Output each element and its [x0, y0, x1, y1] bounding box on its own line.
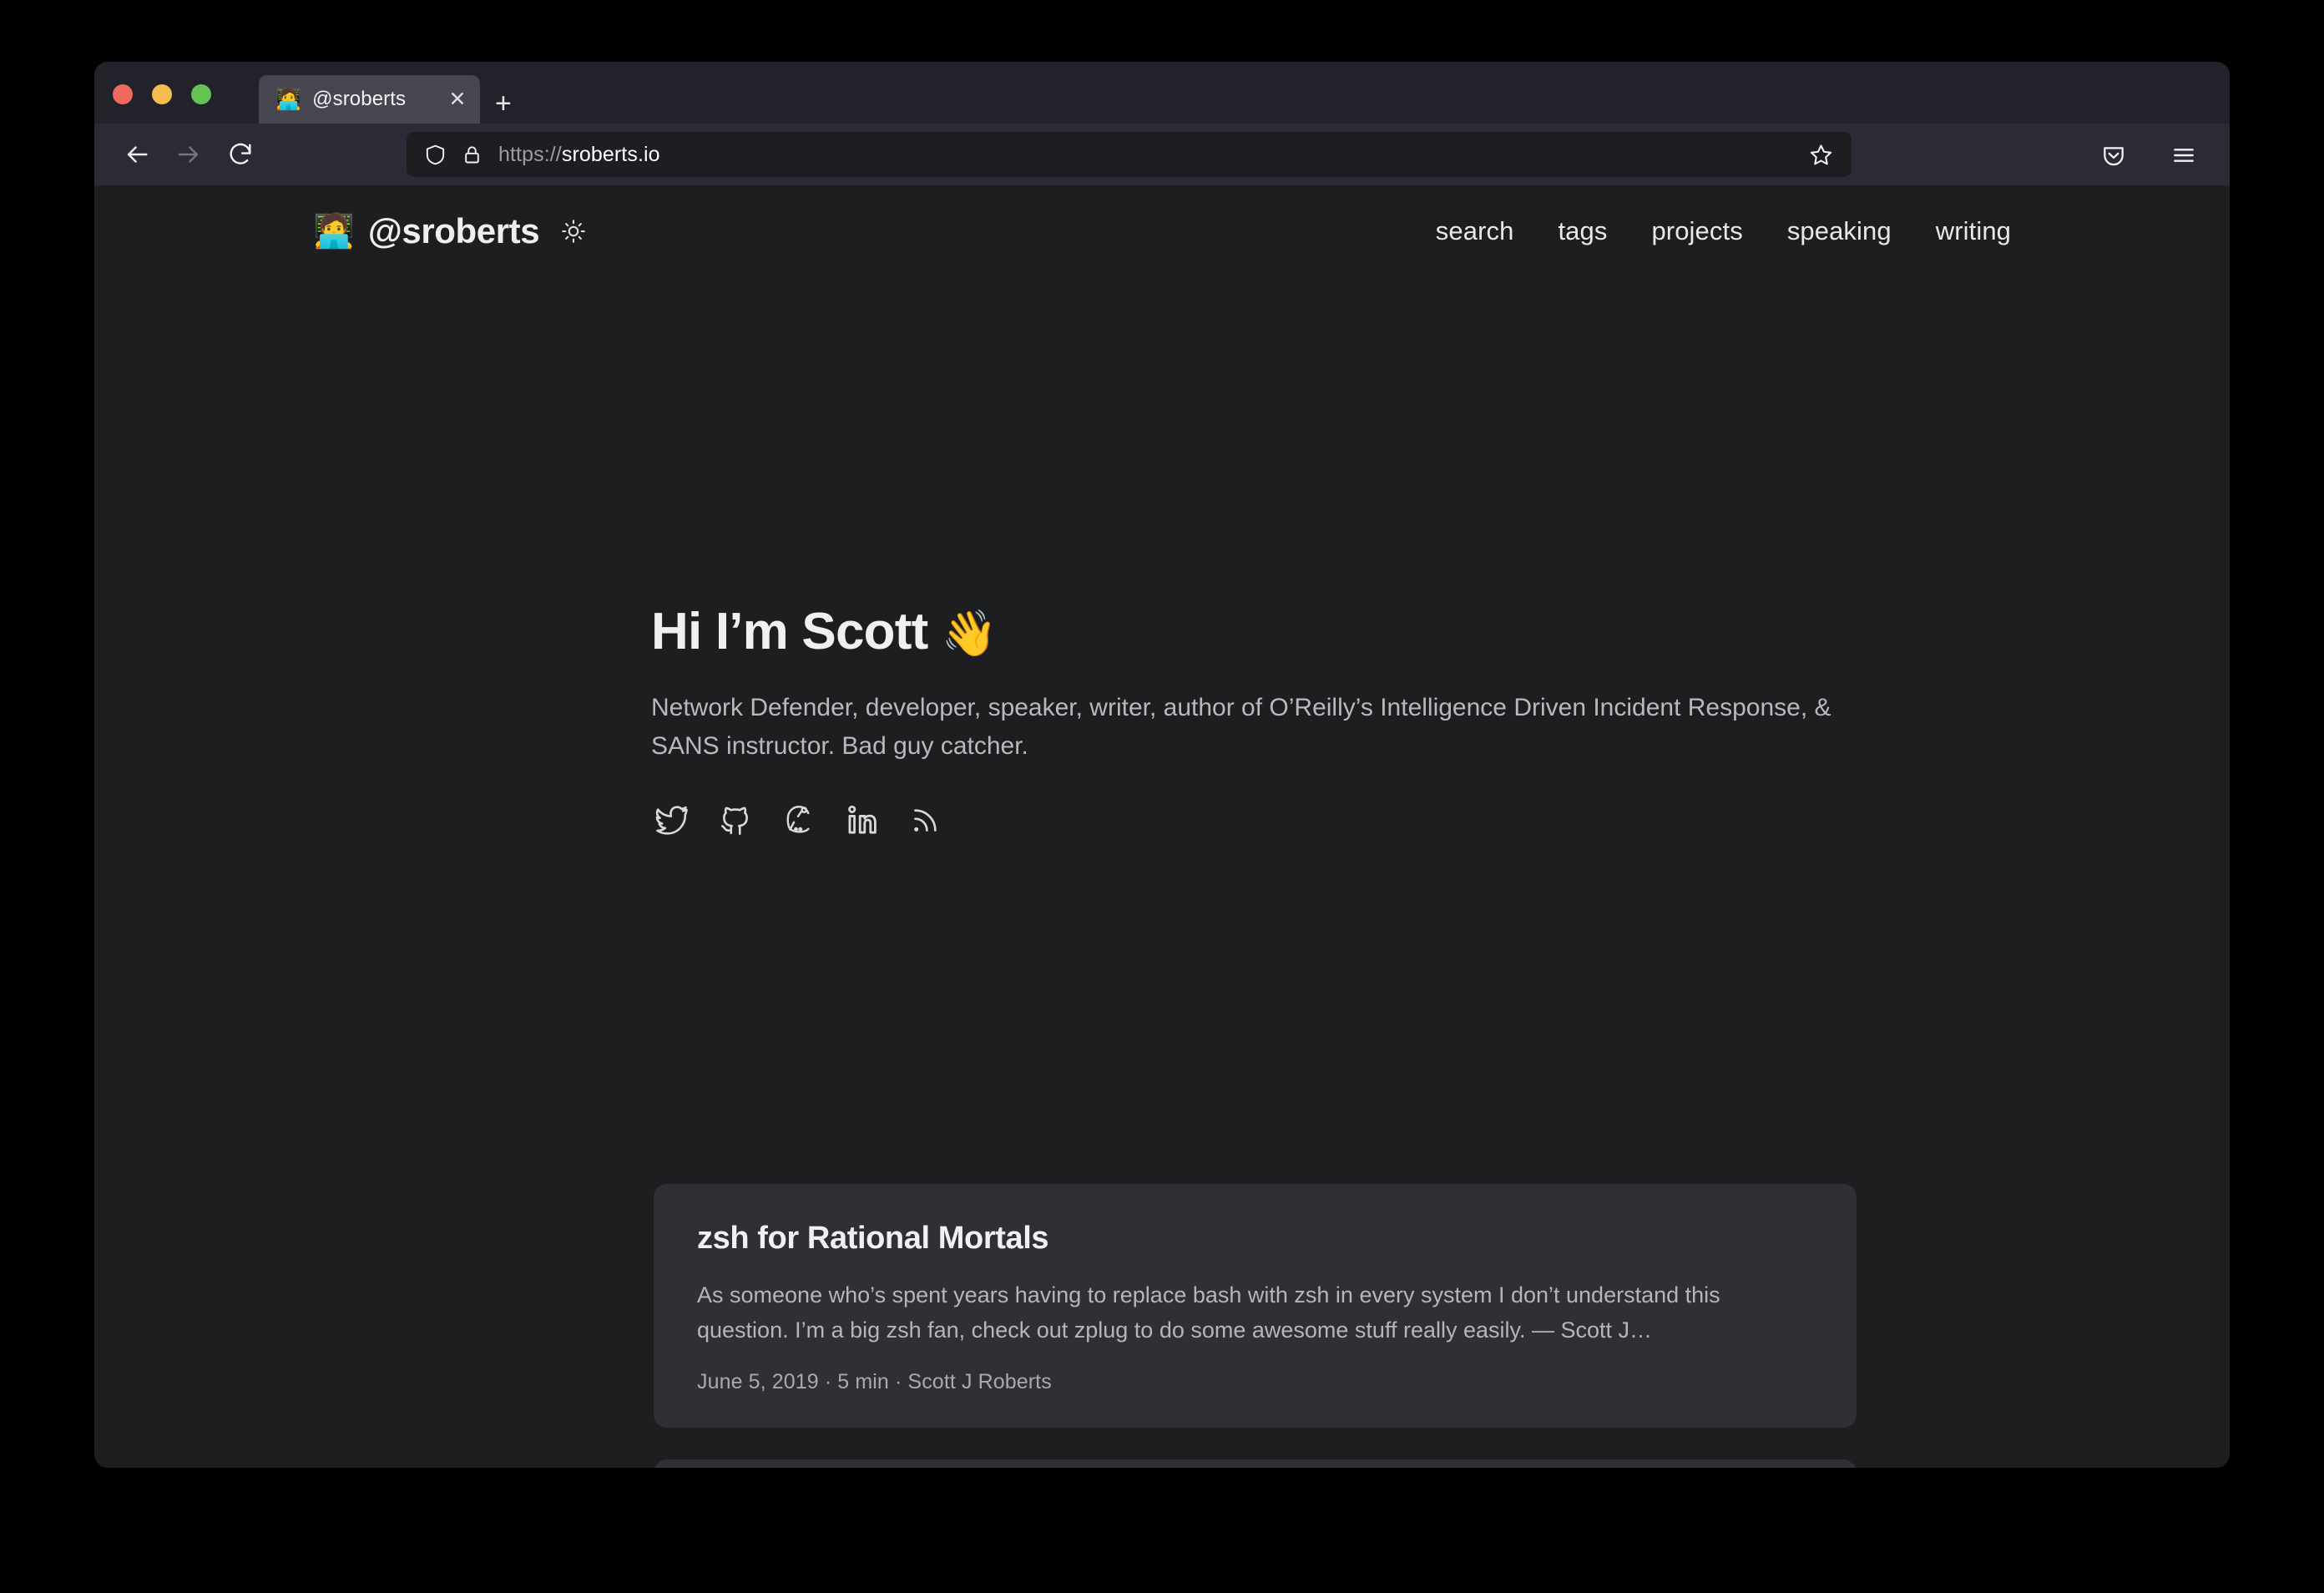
navigation-buttons [111, 132, 266, 177]
mastodon-icon [786, 805, 810, 833]
pocket-button[interactable] [2088, 133, 2140, 178]
page-viewport: 🧑‍💻 @sroberts [94, 185, 2230, 1468]
rss-icon [914, 808, 937, 832]
reload-button[interactable] [215, 132, 266, 177]
social-link-mastodon[interactable] [778, 799, 820, 841]
window-controls [113, 84, 211, 104]
browser-tab-sroberts[interactable]: 🧑‍💻 @sroberts ✕ [259, 75, 480, 124]
social-link-rss[interactable] [905, 799, 947, 841]
site-header: 🧑‍💻 @sroberts [94, 185, 2230, 277]
url-bar[interactable]: https://sroberts.io [407, 132, 1852, 177]
back-button[interactable] [111, 132, 163, 177]
nav-link-speaking[interactable]: speaking [1787, 216, 1892, 246]
maximize-window-button[interactable] [191, 84, 211, 104]
hero-title-text: Hi I’m Scott [651, 603, 928, 660]
post-excerpt: As someone who’s spent years having to r… [697, 1282, 1720, 1343]
social-link-linkedin[interactable] [841, 799, 883, 841]
new-tab-button[interactable]: + [495, 89, 512, 118]
tab-favicon-icon: 🧑‍💻 [275, 87, 302, 111]
menu-button[interactable] [2158, 133, 2210, 178]
close-window-button[interactable] [113, 84, 133, 104]
url-host: sroberts.io [561, 142, 660, 166]
tab-close-icon[interactable]: ✕ [447, 88, 468, 110]
forward-button[interactable] [163, 132, 215, 177]
toolbar-right-actions [2088, 133, 2210, 178]
lock-icon[interactable] [461, 144, 483, 166]
sun-icon [562, 220, 586, 243]
site-brand[interactable]: 🧑‍💻 @sroberts [313, 211, 586, 251]
brand-emoji-icon: 🧑‍💻 [313, 213, 355, 250]
nav-link-projects[interactable]: projects [1651, 216, 1742, 246]
url-text[interactable]: https://sroberts.io [498, 143, 1801, 167]
page-content: 🧑‍💻 @sroberts [94, 185, 2230, 1468]
github-icon [720, 807, 748, 835]
waving-hand-icon: 👋 [941, 609, 998, 659]
forward-arrow-icon [178, 146, 199, 163]
linkedin-icon [848, 805, 877, 834]
social-link-twitter[interactable] [651, 799, 693, 841]
page-title: Hi I’m Scott 👋 [651, 603, 1836, 660]
hero-bio: Network Defender, developer, speaker, wr… [651, 694, 1831, 761]
post-card[interactable]: Building Better Security Presentations I… [654, 1459, 1857, 1468]
brand-name: @sroberts [367, 211, 540, 250]
nav-link-writing[interactable]: writing [1936, 216, 2011, 246]
post-meta: June 5, 2019 · 5 min · Scott J Roberts [697, 1369, 1052, 1393]
theme-toggle-button[interactable] [561, 219, 586, 244]
twitter-icon [655, 805, 688, 835]
tracking-shield-icon[interactable] [423, 143, 447, 167]
post-title[interactable]: zsh for Rational Mortals [697, 1221, 1813, 1257]
bookmark-button[interactable] [1801, 135, 1840, 174]
reload-icon [230, 143, 251, 164]
minimize-window-button[interactable] [152, 84, 172, 104]
nav-link-tags[interactable]: tags [1558, 216, 1607, 246]
url-scheme: https:// [498, 142, 562, 166]
site-navigation: search tags projects speaking writing [1436, 216, 2011, 246]
social-link-github[interactable] [715, 799, 756, 841]
browser-window: 🧑‍💻 @sroberts ✕ + [94, 62, 2230, 1468]
nav-link-search[interactable]: search [1436, 216, 1514, 246]
browser-toolbar: https://sroberts.io [94, 124, 2230, 185]
pocket-icon [2104, 147, 2124, 166]
social-links [651, 799, 1836, 841]
hero-section: Hi I’m Scott 👋 Network Defender, develop… [651, 603, 1836, 841]
tab-strip: 🧑‍💻 @sroberts ✕ + [94, 62, 2230, 124]
post-list: zsh for Rational Mortals As someone who’… [654, 1184, 1857, 1468]
hamburger-menu-icon [2174, 149, 2194, 162]
post-card[interactable]: zsh for Rational Mortals As someone who’… [654, 1184, 1857, 1428]
tab-title: @sroberts [312, 88, 407, 110]
back-arrow-icon [127, 146, 148, 163]
